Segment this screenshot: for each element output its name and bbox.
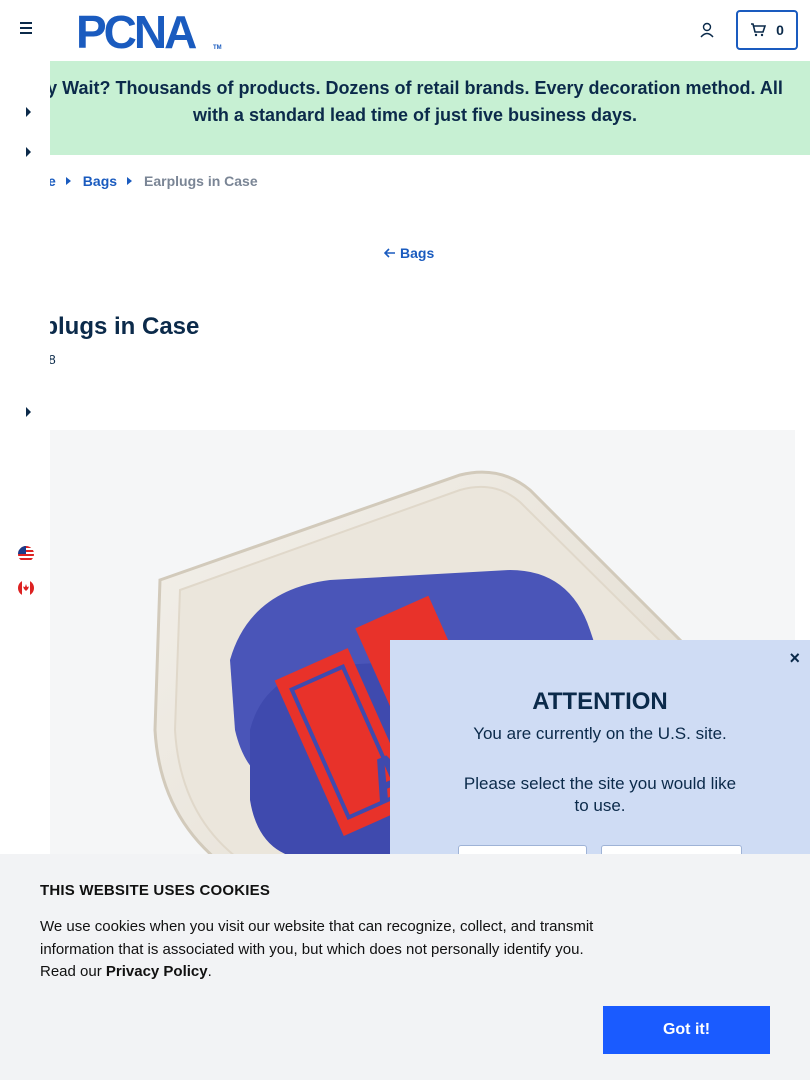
close-icon[interactable]: × [789,648,800,669]
modal-select-site-text: Please select the site you would like to… [463,774,737,815]
logo-tm: TM [213,45,222,51]
arrow-left-icon [384,248,395,258]
cart-count: 0 [776,22,784,38]
product-title: rplugs in Case [34,313,200,340]
caret-right-icon [65,177,71,185]
caret-right-icon[interactable] [26,107,31,117]
canada-flag-icon[interactable] [18,580,34,596]
privacy-policy-link[interactable]: Privacy Policy [106,963,208,980]
us-flag-icon[interactable] [18,546,34,562]
modal-title: ATTENTION [532,688,668,715]
back-to-bags-link[interactable]: Bags [384,245,434,261]
cart-icon [751,23,767,37]
logo-text: PCNA [76,11,196,51]
site-header: PCNA TM 0 [0,0,810,61]
promo-banner: y Wait? Thousands of products. Dozens of… [0,61,810,155]
caret-right-icon [127,177,133,185]
cart-button[interactable]: 0 [736,10,798,50]
breadcrumb-current: Earplugs in Case [144,173,258,189]
cookie-title: THIS WEBSITE USES COOKIES [40,882,271,899]
promo-banner-text: y Wait? Thousands of products. Dozens of… [47,78,783,125]
hamburger-menu-icon[interactable] [20,22,36,36]
back-link-label: Bags [400,245,435,261]
account-icon[interactable] [698,21,716,39]
caret-right-icon[interactable] [26,407,31,417]
cookie-text: We use cookies when you visit our websit… [40,916,610,984]
cookie-banner: THIS WEBSITE USES COOKIES We use cookies… [0,854,810,1080]
pcna-logo[interactable]: PCNA TM [76,6,226,58]
breadcrumb-bags[interactable]: Bags [83,173,117,189]
cookie-accept-button[interactable]: Got it! [603,1006,770,1054]
modal-current-site-text: You are currently on the U.S. site. [473,724,727,743]
breadcrumb: e Bags Earplugs in Case [48,173,258,189]
caret-right-icon[interactable] [26,147,31,157]
cookie-period: . [207,963,212,980]
